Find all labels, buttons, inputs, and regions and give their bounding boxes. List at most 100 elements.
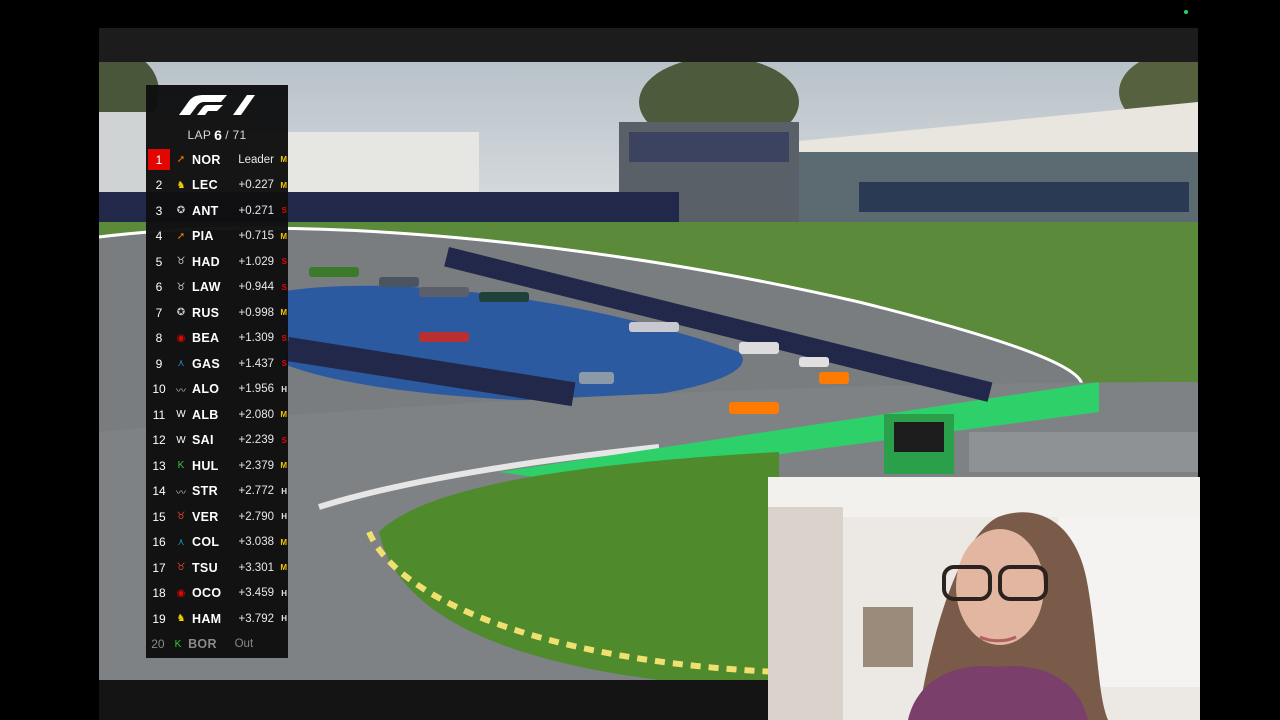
driver-code: STR	[192, 484, 218, 499]
driver-code: NOR	[192, 152, 221, 167]
aston-martin-icon: 〰	[176, 487, 186, 499]
timing-row: 1 ➚ NOR Leader M	[146, 147, 288, 173]
tyre-compound: H	[281, 614, 287, 624]
driver-code: HUL	[192, 458, 219, 473]
alpine-icon: ⋏	[177, 358, 185, 370]
driver-code: BEA	[192, 331, 220, 346]
position-number: 7	[155, 305, 163, 320]
driver-code: ALB	[192, 407, 219, 422]
position-number: 17	[152, 560, 166, 575]
position-number: 12	[152, 433, 166, 448]
gap-to-leader: +1.956	[238, 383, 275, 396]
webcam-person	[768, 477, 1200, 720]
timing-row: 7 ✪ RUS +0.998 M	[146, 300, 288, 326]
driver-code: VER	[192, 509, 219, 524]
f1-logo	[146, 85, 288, 123]
position-number: 2	[155, 178, 163, 193]
timing-row: 20 K BOR Out	[146, 632, 288, 658]
kick-sauber-icon: K	[177, 460, 185, 472]
haas-icon: ◉	[176, 332, 186, 344]
timing-row: 15 ♉ VER +2.790 H	[146, 504, 288, 530]
gap-to-leader: +3.038	[238, 536, 275, 549]
gap-to-leader: +2.772	[238, 485, 275, 498]
gap-to-leader: +1.309	[238, 332, 275, 345]
racing-bulls-icon: ♉	[176, 256, 186, 268]
position-number: 5	[155, 254, 163, 269]
lap-label: LAP	[187, 128, 212, 142]
tyre-compound: H	[281, 512, 287, 522]
tyre-compound: S	[281, 206, 287, 216]
gap-to-leader: +0.715	[238, 230, 275, 243]
tyre-compound: M	[280, 308, 287, 318]
tyre-compound: S	[281, 333, 287, 343]
williams-icon: W	[176, 434, 186, 446]
driver-code: PIA	[192, 229, 214, 244]
gap-to-leader: +3.301	[238, 561, 275, 574]
timing-row: 13 K HUL +2.379 M	[146, 453, 288, 479]
driver-code: COL	[192, 535, 220, 550]
timing-row: 17 ♉ TSU +3.301 M	[146, 555, 288, 581]
webcam-overlay	[768, 477, 1200, 720]
gap-to-leader: +0.227	[238, 179, 275, 192]
mercedes-icon: ✪	[176, 205, 186, 217]
gap-to-leader: +2.379	[238, 459, 275, 472]
gap-to-leader: +0.998	[238, 306, 275, 319]
position-number: 11	[152, 407, 166, 422]
tyre-compound: M	[280, 563, 287, 573]
williams-icon: W	[176, 409, 186, 421]
alpine-icon: ⋏	[177, 536, 185, 548]
timing-row: 19 ♞ HAM +3.792 H	[146, 606, 288, 632]
timing-row: 9 ⋏ GAS +1.437 S	[146, 351, 288, 377]
ferrari-icon: ♞	[176, 613, 186, 625]
ferrari-icon: ♞	[176, 179, 186, 191]
gap-to-leader: +0.944	[238, 281, 275, 294]
gap-to-leader: +2.080	[238, 408, 275, 421]
timing-row: 14 〰 STR +2.772 H	[146, 479, 288, 505]
gap-to-leader: Out	[234, 638, 254, 651]
gap-to-leader: +1.029	[238, 255, 275, 268]
driver-code: HAD	[192, 254, 220, 269]
red-bull-icon: ♉	[176, 511, 186, 523]
tyre-compound: M	[280, 410, 287, 420]
position-number: 10	[152, 382, 166, 397]
gap-to-leader: +0.271	[238, 204, 275, 217]
lap-current: 6	[214, 127, 223, 143]
driver-code: SAI	[192, 433, 214, 448]
position-number: 19	[152, 611, 166, 626]
gap-to-leader: +2.790	[238, 510, 275, 523]
recording-indicator	[1184, 10, 1188, 14]
f1-logo-icon	[179, 95, 255, 115]
driver-code: BOR	[188, 637, 217, 652]
position-number: 13	[152, 458, 166, 473]
timing-row: 3 ✪ ANT +0.271 S	[146, 198, 288, 224]
red-bull-icon: ♉	[176, 562, 186, 574]
timing-rows: 1 ➚ NOR Leader M 2 ♞ LEC +0.227 M 3 ✪ ANT +0.271 S 4 ➚ PI…	[146, 147, 288, 657]
position-number: 6	[155, 280, 163, 295]
gap-to-leader: +3.792	[238, 612, 275, 625]
timing-row: 11 W ALB +2.080 M	[146, 402, 288, 428]
mclaren-icon: ➚	[176, 154, 186, 166]
racing-bulls-icon: ♉	[176, 281, 186, 293]
tyre-compound: H	[281, 384, 287, 394]
timing-row: 18 ◉ OCO +3.459 H	[146, 581, 288, 607]
gap-to-leader: +3.459	[238, 587, 275, 600]
video-top-bar	[99, 28, 1198, 62]
tyre-compound: H	[281, 588, 287, 598]
tyre-compound: M	[280, 231, 287, 241]
kick-sauber-icon: K	[174, 638, 182, 650]
position-number: 9	[155, 356, 163, 371]
driver-code: ALO	[192, 382, 220, 397]
timing-row: 16 ⋏ COL +3.038 M	[146, 530, 288, 556]
tyre-compound: S	[281, 257, 287, 267]
timing-row: 12 W SAI +2.239 S	[146, 428, 288, 454]
driver-code: LAW	[192, 280, 221, 295]
timing-row: 2 ♞ LEC +0.227 M	[146, 173, 288, 199]
mercedes-icon: ✪	[176, 307, 186, 319]
position-number: 18	[152, 586, 166, 601]
position-number: 14	[152, 484, 166, 499]
position-number: 15	[152, 509, 166, 524]
haas-icon: ◉	[176, 587, 186, 599]
position-number: 16	[152, 535, 166, 550]
tyre-compound: H	[281, 486, 287, 496]
position-number: 1	[148, 149, 170, 171]
